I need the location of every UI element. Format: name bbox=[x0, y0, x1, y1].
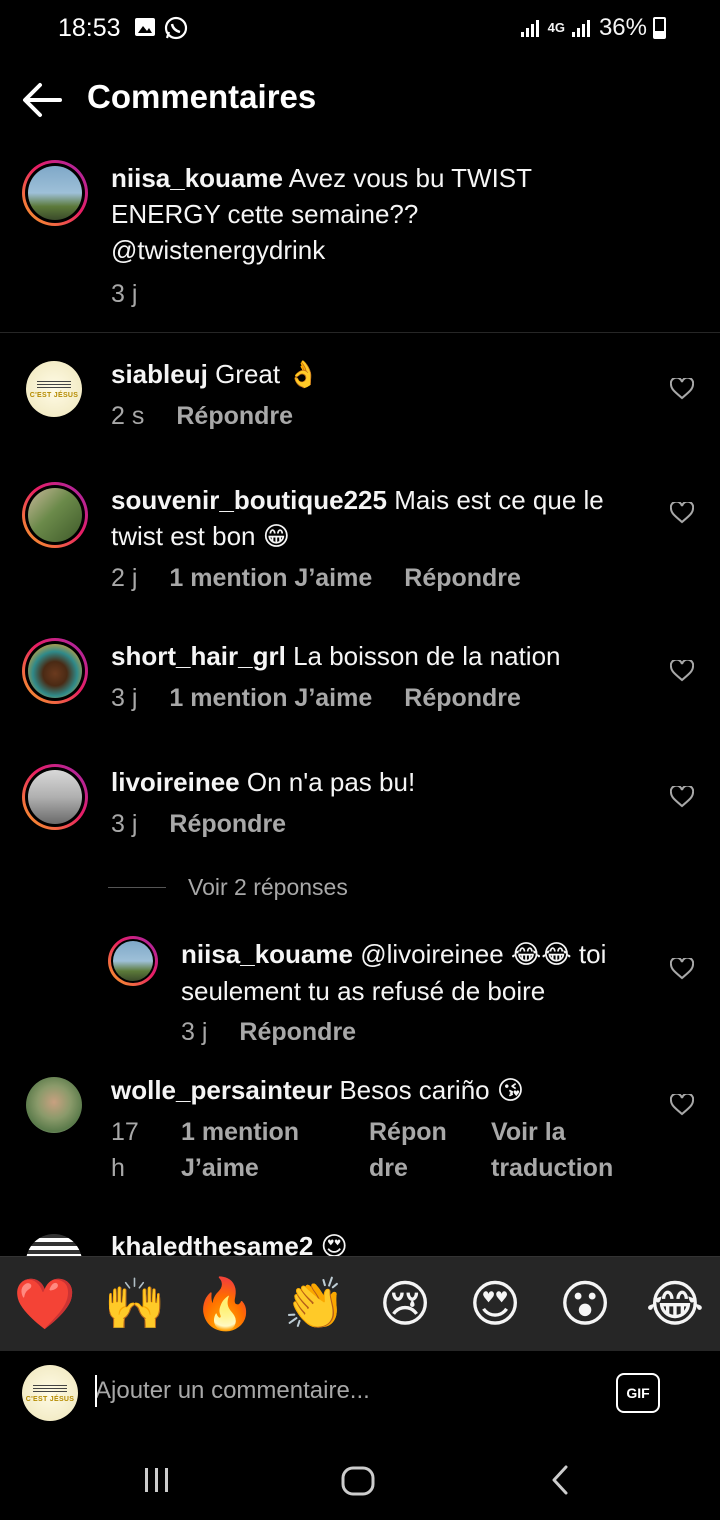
reaction-clap[interactable]: 👏 bbox=[279, 1274, 351, 1334]
comment-text: khaledthesame2 😍 bbox=[111, 1228, 348, 1256]
comment-time: 3 j bbox=[111, 810, 138, 838]
comment-username[interactable]: souvenir_boutique225 bbox=[111, 485, 387, 515]
back-arrow-icon[interactable] bbox=[20, 80, 64, 120]
translate-button[interactable]: Voir la traduction bbox=[491, 1114, 645, 1186]
system-nav-bar bbox=[0, 1436, 720, 1520]
likes-count[interactable]: 1 mention J’aime bbox=[169, 680, 372, 716]
caption: niisa_kouame Avez vous bu TWIST ENERGY c… bbox=[0, 160, 720, 320]
comment-input-bar: C'EST JÉSUS Ajouter un commentaire... GI… bbox=[0, 1350, 720, 1436]
reaction-sad[interactable]: 😢 bbox=[369, 1274, 441, 1334]
avatar[interactable] bbox=[26, 1234, 82, 1256]
avatar: C'EST JÉSUS bbox=[22, 1365, 78, 1421]
comment-time: 17 h bbox=[111, 1118, 139, 1182]
reaction-bar: ❤️ 🙌 🔥 👏 😢 😍 😮 😂 bbox=[0, 1256, 720, 1350]
heart-icon[interactable] bbox=[670, 1094, 694, 1116]
home-icon[interactable] bbox=[341, 1466, 375, 1496]
reaction-fire[interactable]: 🔥 bbox=[189, 1274, 261, 1334]
reaction-heart[interactable]: ❤️ bbox=[9, 1274, 81, 1334]
reply-mention[interactable]: @livoireinee bbox=[360, 939, 503, 969]
reaction-laugh[interactable]: 😂 bbox=[639, 1274, 711, 1334]
reaction-wow[interactable]: 😮 bbox=[549, 1274, 621, 1334]
gallery-icon bbox=[135, 18, 155, 36]
comment-username[interactable]: siableuj bbox=[111, 359, 208, 389]
comment-username[interactable]: livoireinee bbox=[111, 767, 240, 797]
likes-count[interactable]: 1 mention J’aime bbox=[169, 560, 372, 596]
reply-button[interactable]: Répondre bbox=[404, 680, 521, 716]
reply-time: 3 j bbox=[181, 1018, 208, 1046]
avatar[interactable]: C'EST JÉSUS bbox=[26, 361, 82, 417]
gif-button[interactable]: GIF bbox=[616, 1373, 660, 1413]
caption-text: niisa_kouame Avez vous bu TWIST ENERGY c… bbox=[111, 163, 533, 265]
battery-icon bbox=[653, 17, 666, 39]
page-title: Commentaires bbox=[87, 78, 317, 115]
comment-username[interactable]: short_hair_grl bbox=[111, 641, 286, 671]
reaction-heart-eyes[interactable]: 😍 bbox=[459, 1274, 531, 1334]
header: Commentaires bbox=[0, 68, 720, 132]
reply-button[interactable]: Répondre bbox=[176, 398, 293, 434]
heart-icon[interactable] bbox=[670, 786, 694, 808]
status-time: 18:53 bbox=[58, 14, 121, 42]
caption-mention[interactable]: @twistenergydrink bbox=[111, 235, 325, 265]
comment-text: wolle_persainteur Besos cariño 😘 bbox=[111, 1075, 524, 1106]
list-item: short_hair_grl La boisson de la nation 3… bbox=[0, 638, 720, 728]
heart-icon[interactable] bbox=[670, 502, 694, 524]
likes-count[interactable]: 1 mention J’aime bbox=[181, 1114, 337, 1186]
reaction-raised-hands[interactable]: 🙌 bbox=[99, 1274, 171, 1334]
status-bar: 18:53 4G 36% bbox=[0, 0, 720, 58]
list-item: souvenir_boutique225 Mais est ce que le … bbox=[0, 482, 720, 602]
reply-username[interactable]: niisa_kouame bbox=[181, 939, 353, 969]
divider bbox=[0, 332, 720, 333]
avatar[interactable] bbox=[22, 482, 88, 548]
heart-icon[interactable] bbox=[670, 660, 694, 682]
list-item: C'EST JÉSUS siableuj Great 👌 2 s Répondr… bbox=[0, 356, 720, 436]
list-item: wolle_persainteur Besos cariño 😘 17 h 1 m… bbox=[0, 1072, 720, 1202]
heart-icon[interactable] bbox=[670, 378, 694, 400]
comment-time: 2 s bbox=[111, 402, 145, 430]
reply-button[interactable]: Répondre bbox=[239, 1014, 356, 1050]
avatar[interactable] bbox=[22, 764, 88, 830]
comment-text: siableuj Great 👌 bbox=[111, 359, 320, 390]
heart-icon[interactable] bbox=[670, 958, 694, 980]
avatar[interactable] bbox=[26, 1077, 82, 1133]
comment-text: livoireinee On n'a pas bu! bbox=[111, 767, 416, 797]
comment-time: 3 j bbox=[111, 684, 138, 712]
reply-button[interactable]: Répondre bbox=[404, 560, 521, 596]
cell-signal-icon bbox=[571, 20, 590, 37]
reply-button[interactable]: Répondre bbox=[169, 806, 286, 842]
text-caret bbox=[95, 1375, 97, 1407]
caption-username[interactable]: niisa_kouame bbox=[111, 163, 283, 193]
reply-item: niisa_kouame @livoireinee 😂😂 toi seuleme… bbox=[0, 936, 720, 1056]
list-item: khaledthesame2 😍 bbox=[0, 1228, 720, 1256]
comment-text: short_hair_grl La boisson de la nation bbox=[111, 641, 561, 671]
list-item: livoireinee On n'a pas bu! 3 j Répondre bbox=[0, 764, 720, 854]
wifi-signal-icon bbox=[520, 20, 539, 37]
recent-apps-icon[interactable] bbox=[142, 1466, 172, 1494]
whatsapp-icon bbox=[164, 16, 188, 40]
back-nav-icon[interactable] bbox=[548, 1464, 572, 1496]
avatar[interactable] bbox=[22, 160, 88, 226]
view-replies-button[interactable]: Voir 2 réponses bbox=[108, 874, 348, 901]
avatar[interactable] bbox=[22, 638, 88, 704]
reply-button[interactable]: Répondre bbox=[369, 1114, 459, 1186]
comment-input[interactable]: Ajouter un commentaire... bbox=[95, 1377, 370, 1405]
comment-username[interactable]: wolle_persainteur bbox=[111, 1075, 332, 1105]
network-type: 4G bbox=[547, 20, 565, 35]
avatar[interactable] bbox=[108, 936, 158, 986]
reply-text: niisa_kouame @livoireinee 😂😂 toi seuleme… bbox=[181, 939, 607, 1006]
comment-username[interactable]: khaledthesame2 bbox=[111, 1231, 313, 1256]
caption-time: 3 j bbox=[111, 280, 138, 308]
battery-percent: 36% bbox=[598, 14, 647, 41]
comment-time: 2 j bbox=[111, 564, 138, 592]
comment-text: souvenir_boutique225 Mais est ce que le … bbox=[111, 485, 604, 552]
